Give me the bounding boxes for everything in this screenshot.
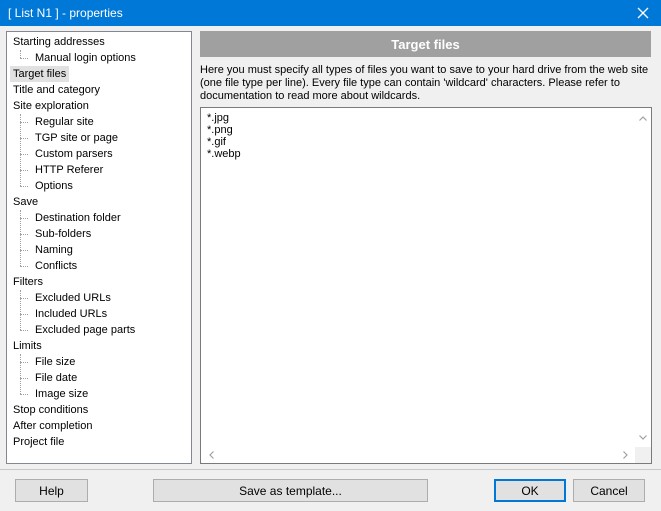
scroll-down-arrow-icon[interactable] (635, 429, 651, 445)
tree-connector (20, 290, 21, 330)
tree-connector (20, 354, 21, 394)
tree-connector (20, 266, 28, 267)
tree-connector (20, 298, 28, 299)
tree-item[interactable]: Naming (32, 242, 76, 258)
file-type-line: *.webp (207, 148, 241, 160)
cancel-button[interactable]: Cancel (573, 479, 645, 502)
tree-item[interactable]: Starting addresses (10, 34, 108, 50)
panel-description: Here you must specify all types of files… (200, 64, 652, 103)
tree-item[interactable]: Image size (32, 386, 91, 402)
title-bar: [ List N1 ] - properties (0, 0, 661, 26)
horizontal-scrollbar[interactable] (201, 447, 635, 463)
settings-tree[interactable]: Starting addresses Manual login options Ta… (6, 31, 192, 464)
tree-item[interactable]: Custom parsers (32, 146, 116, 162)
tree-item[interactable]: Sub-folders (32, 226, 94, 242)
tree-connector (20, 378, 28, 379)
tree-item[interactable]: Destination folder (32, 210, 124, 226)
tree-item[interactable]: Excluded page parts (32, 322, 138, 338)
close-icon (637, 7, 649, 19)
tree-connector (20, 122, 28, 123)
tree-item[interactable]: Excluded URLs (32, 290, 114, 306)
vertical-scrollbar[interactable] (635, 108, 651, 447)
tree-item[interactable]: Save (10, 194, 41, 210)
footer-divider (0, 469, 661, 470)
tree-item[interactable]: Project file (10, 434, 67, 450)
description-line: documentation to read more about wildcar… (200, 90, 421, 102)
tree-item[interactable]: File size (32, 354, 78, 370)
tree-connector (20, 170, 28, 171)
tree-connector (20, 394, 28, 395)
close-button[interactable] (625, 0, 661, 26)
tree-item[interactable]: Site exploration (10, 98, 92, 114)
save-as-template-button[interactable]: Save as template... (153, 479, 428, 502)
tree-item[interactable]: Stop conditions (10, 402, 91, 418)
tree-connector (20, 330, 28, 331)
file-types-lines: *.jpg *.png *.gif *.webp (207, 112, 241, 160)
tree-connector (20, 234, 28, 235)
tree-connector (20, 154, 28, 155)
tree-item[interactable]: Title and category (10, 82, 103, 98)
window-title: [ List N1 ] - properties (8, 6, 123, 20)
tree-item[interactable]: After completion (10, 418, 95, 434)
scroll-corner (635, 447, 651, 463)
tree-item[interactable]: Included URLs (32, 306, 110, 322)
tree-item[interactable]: Conflicts (32, 258, 80, 274)
scroll-up-arrow-icon[interactable] (635, 110, 651, 126)
tree-item[interactable]: Regular site (32, 114, 97, 130)
tree-item[interactable]: Options (32, 178, 76, 194)
tree-connector (20, 218, 28, 219)
tree-item[interactable]: Limits (10, 338, 45, 354)
description-line: (one file type per line). Every file typ… (200, 77, 620, 89)
help-button[interactable]: Help (15, 479, 88, 502)
tree-item[interactable]: HTTP Referer (32, 162, 106, 178)
file-type-line: *.png (207, 124, 233, 136)
ok-button[interactable]: OK (494, 479, 566, 502)
scroll-left-arrow-icon[interactable] (203, 447, 219, 463)
tree-connector (20, 58, 28, 59)
tree-connector (20, 114, 21, 186)
tree-item[interactable]: Target files (10, 66, 70, 82)
panel-header: Target files (200, 31, 651, 57)
description-line: Here you must specify all types of files… (200, 64, 649, 76)
tree-item[interactable]: Manual login options (32, 50, 139, 66)
tree-connector (20, 362, 28, 363)
tree-connector (20, 138, 28, 139)
file-type-line: *.gif (207, 136, 226, 148)
tree-item[interactable]: Filters (10, 274, 46, 290)
file-types-textarea[interactable]: *.jpg *.png *.gif *.webp (200, 107, 652, 464)
tree-connector (20, 186, 28, 187)
tree-item[interactable]: TGP site or page (32, 130, 121, 146)
tree-connector (20, 314, 28, 315)
tree-item[interactable]: File date (32, 370, 80, 386)
tree-connector (20, 250, 28, 251)
file-type-line: *.jpg (207, 112, 230, 124)
tree-connector (20, 50, 21, 58)
scroll-right-arrow-icon[interactable] (617, 447, 633, 463)
